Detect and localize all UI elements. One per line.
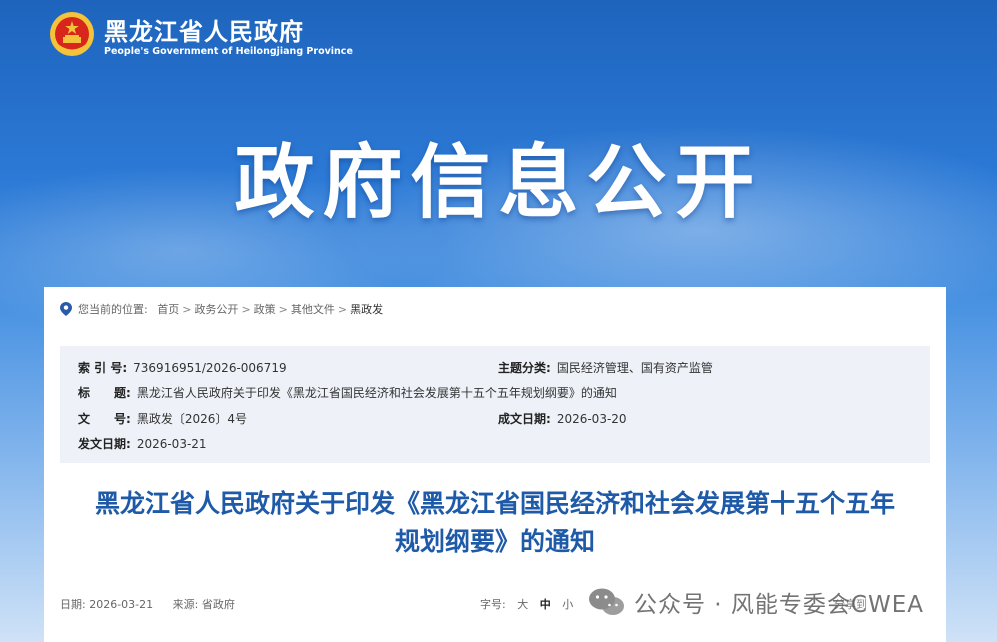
info-index-row: 索 引 号: 736916951/2026-006719: [78, 359, 287, 376]
document-info-table: 索 引 号: 736916951/2026-006719 主题分类: 国民经济管理、…: [60, 346, 930, 463]
breadcrumb-separator: >: [241, 302, 251, 316]
breadcrumb-prefix: 您当前的位置:: [78, 303, 148, 316]
info-created-row: 成文日期: 2026-03-20: [498, 410, 627, 427]
font-size-small-button[interactable]: 小: [562, 598, 573, 611]
info-docno-row: 文 号: 黑政发〔2026〕4号: [78, 410, 247, 427]
info-topic-label: 主题分类:: [498, 361, 551, 375]
document-title-line2: 规划纲要》的通知: [394, 527, 595, 556]
document-title: 黑龙江省人民政府关于印发《黑龙江省国民经济和社会发展第十五个五年 规划纲要》的通…: [44, 485, 946, 561]
national-emblem-icon: [50, 12, 94, 56]
info-title-row: 标 题: 黑龙江省人民政府关于印发《黑龙江省国民经济和社会发展第十五个五年规划纲要…: [78, 384, 617, 401]
info-topic-value: 国民经济管理、国有资产监管: [556, 361, 713, 375]
breadcrumb-gov-affairs[interactable]: 政务公开: [194, 301, 238, 317]
publish-date: 日期: 2026-03-21: [60, 598, 154, 611]
info-published-value: 2026-03-21: [136, 437, 207, 451]
info-created-label: 成文日期:: [498, 412, 551, 426]
site-subtitle: People's Government of Heilongjiang Prov…: [104, 46, 353, 57]
breadcrumb-separator: >: [278, 302, 288, 316]
info-published-label: 发文日期:: [78, 437, 131, 451]
info-index-label: 索 引 号:: [78, 361, 128, 375]
banner-title: 政府信息公开: [234, 136, 763, 229]
font-size-control: 字号: 大 中 小: [480, 596, 573, 612]
breadcrumb: 您当前的位置: 首页 > 政务公开 > 政策 > 其他文件 > 黑政发: [60, 301, 383, 317]
breadcrumb-other-docs[interactable]: 其他文件: [291, 301, 335, 317]
info-published-row: 发文日期: 2026-03-21: [78, 435, 207, 452]
font-size-label: 字号:: [480, 598, 506, 611]
site-title[interactable]: 黑龙江省人民政府: [104, 12, 304, 47]
breadcrumb-home[interactable]: 首页: [157, 301, 179, 317]
watermark-text: 公众号 · 风能专委会CWEA: [634, 592, 925, 618]
location-pin-icon: [60, 302, 72, 316]
font-size-large-button[interactable]: 大: [517, 598, 528, 611]
wechat-icon: [589, 588, 624, 615]
document-source: 来源: 省政府: [172, 598, 235, 611]
info-docno-value: 黑政发〔2026〕4号: [136, 412, 247, 426]
font-size-medium-button[interactable]: 中: [540, 598, 551, 611]
info-created-value: 2026-03-20: [556, 412, 627, 426]
info-topic-row: 主题分类: 国民经济管理、国有资产监管: [498, 359, 713, 376]
document-meta: 日期: 2026-03-21 来源: 省政府: [60, 596, 251, 612]
breadcrumb-current: 黑政发: [350, 303, 384, 316]
wechat-watermark: 公众号 · 风能专委会CWEA: [588, 586, 924, 618]
breadcrumb-policy[interactable]: 政策: [254, 301, 276, 317]
info-docno-label: 文 号:: [78, 412, 131, 426]
document-title-line1: 黑龙江省人民政府关于印发《黑龙江省国民经济和社会发展第十五个五年: [94, 489, 895, 518]
breadcrumb-separator: >: [182, 302, 192, 316]
info-index-value: 736916951/2026-006719: [133, 361, 287, 375]
info-title-label: 标 题:: [78, 386, 131, 400]
breadcrumb-spacer: [151, 303, 155, 316]
breadcrumb-separator: >: [337, 302, 348, 316]
info-title-value: 黑龙江省人民政府关于印发《黑龙江省国民经济和社会发展第十五个五年规划纲要》的通知: [136, 386, 617, 400]
